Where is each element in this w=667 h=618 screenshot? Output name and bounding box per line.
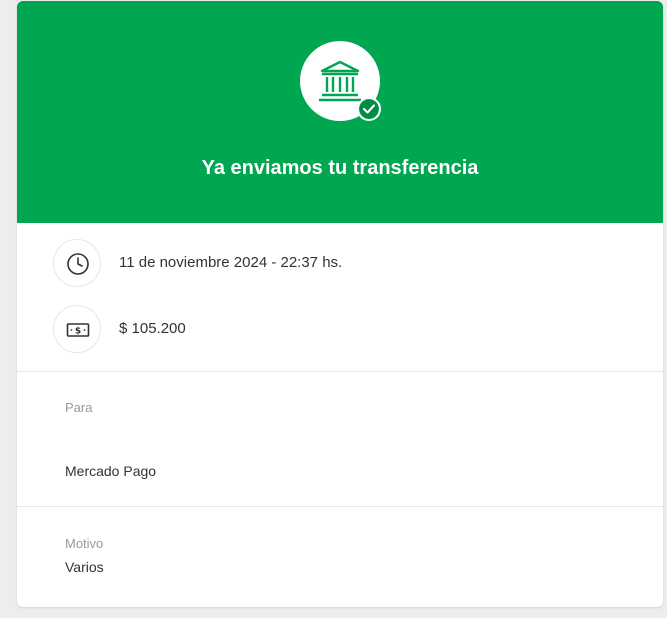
reason-value: Varios <box>65 559 104 575</box>
clock-icon-container <box>53 239 101 287</box>
reason-label: Motivo <box>65 536 104 551</box>
amount-row: $ $ 105.200 <box>53 305 633 353</box>
recipient-label: Para <box>65 400 93 415</box>
success-header: Ya enviamos tu transferencia <box>17 1 663 223</box>
divider <box>17 506 663 507</box>
money-bill-icon: $ <box>66 323 90 337</box>
divider <box>17 371 663 372</box>
success-check-badge <box>357 97 381 121</box>
check-icon <box>362 104 376 114</box>
page-title: Ya enviamos tu transferencia <box>201 157 479 179</box>
bank-icon-container <box>300 41 381 121</box>
bank-icon <box>319 60 361 102</box>
money-icon-container: $ <box>53 305 101 353</box>
datetime-row: 11 de noviembre 2024 - 22:37 hs. <box>53 239 633 287</box>
recipient-value: Mercado Pago <box>65 463 157 479</box>
clock-icon <box>67 253 89 275</box>
transfer-datetime: 11 de noviembre 2024 - 22:37 hs. <box>119 254 343 271</box>
transfer-amount: $ 105.200 <box>119 320 186 337</box>
transfer-receipt-card: Ya enviamos tu transferencia 11 de novie… <box>17 1 663 607</box>
svg-text:$: $ <box>75 327 81 337</box>
